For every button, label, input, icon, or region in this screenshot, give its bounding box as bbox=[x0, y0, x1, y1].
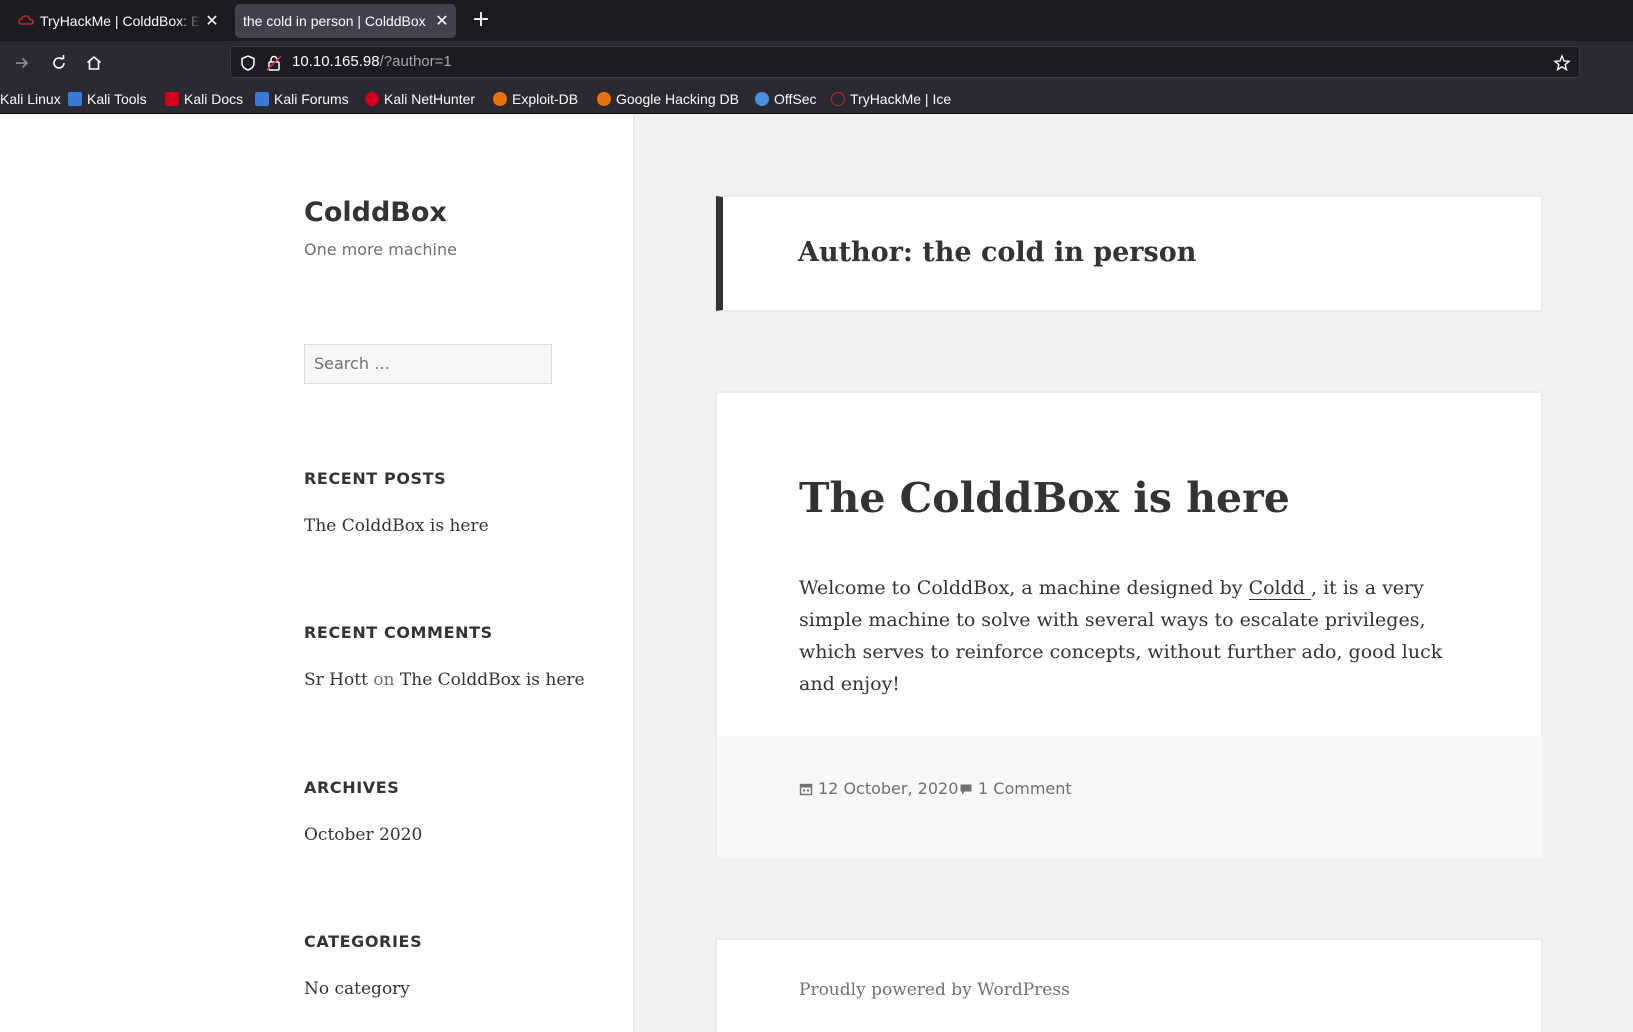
category-link[interactable]: No category bbox=[304, 979, 410, 999]
tracking-shield-icon[interactable] bbox=[239, 54, 257, 72]
categories-heading: CATEGORIES bbox=[304, 932, 423, 951]
google-hacking-db-icon bbox=[597, 92, 611, 106]
search-input[interactable]: Search … bbox=[304, 344, 552, 384]
comment-bubble-icon bbox=[960, 784, 972, 794]
exploit-db-icon bbox=[493, 92, 507, 106]
comment-author: Sr Hott bbox=[304, 670, 368, 690]
comment-post-link[interactable]: The ColddBox is here bbox=[400, 670, 585, 690]
url-host: 10.10.165.98 bbox=[292, 53, 380, 70]
bookmark-kali-docs[interactable]: Kali Docs bbox=[165, 89, 243, 109]
bookmark-exploit-db[interactable]: Exploit-DB bbox=[493, 89, 578, 109]
post-body: Welcome to ColddBox, a machine designed … bbox=[799, 577, 1443, 695]
home-icon[interactable] bbox=[81, 50, 107, 76]
bookmark-kali-tools[interactable]: Kali Tools bbox=[68, 89, 147, 109]
post-article: The ColddBox is here Welcome to ColddBox… bbox=[716, 392, 1543, 858]
bookmark-kali-nethunter[interactable]: Kali NetHunter bbox=[365, 89, 475, 109]
recent-comments-heading: RECENT COMMENTS bbox=[304, 623, 493, 642]
post-comments-link[interactable]: 1 Comment bbox=[959, 779, 1072, 798]
offsec-icon bbox=[755, 92, 769, 106]
tab-title: TryHackMe | ColddBox: Easy bbox=[40, 13, 202, 29]
tab-close-icon[interactable]: ✕ bbox=[432, 11, 452, 31]
browser-tab-bar: TryHackMe | ColddBox: Easy ✕ the cold in… bbox=[0, 0, 1633, 41]
tab-title: the cold in person | ColddBox bbox=[243, 13, 426, 29]
recent-posts-heading: RECENT POSTS bbox=[304, 469, 447, 488]
powered-by-link[interactable]: Proudly powered by WordPress bbox=[799, 980, 1070, 1000]
recent-post-link[interactable]: The ColddBox is here bbox=[304, 516, 489, 536]
calendar-icon bbox=[799, 783, 813, 795]
web-page: ColddBox One more machine Search … RECEN… bbox=[0, 115, 1633, 1032]
bookmark-offsec[interactable]: OffSec bbox=[755, 89, 817, 109]
kali-forums-icon bbox=[255, 92, 269, 106]
kali-tools-icon bbox=[68, 92, 82, 106]
reload-icon[interactable] bbox=[46, 50, 72, 76]
tab-close-icon[interactable]: ✕ bbox=[202, 11, 222, 31]
new-tab-plus-icon[interactable]: + bbox=[468, 8, 494, 34]
tab-colddbox-author[interactable]: the cold in person | ColddBox ✕ bbox=[235, 4, 456, 38]
bookmark-star-icon[interactable] bbox=[1553, 54, 1571, 72]
archives-heading: ARCHIVES bbox=[304, 778, 400, 797]
url-path: /?author=1 bbox=[379, 53, 452, 70]
archive-link[interactable]: October 2020 bbox=[304, 825, 422, 845]
bookmark-google-hacking-db[interactable]: Google Hacking DB bbox=[597, 89, 739, 109]
archive-title: Author: the cold in person bbox=[798, 237, 1197, 268]
recent-comment-item: Sr Hott on The ColddBox is here bbox=[304, 670, 585, 690]
tab-tryhackme[interactable]: TryHackMe | ColddBox: Easy ✕ bbox=[8, 4, 226, 38]
tryhackme-favicon-icon bbox=[18, 15, 34, 25]
kali-nethunter-icon bbox=[365, 92, 379, 106]
url-text[interactable]: 10.10.165.98/?author=1 bbox=[292, 53, 452, 70]
author-link[interactable]: Coldd bbox=[1248, 577, 1311, 600]
kali-docs-icon bbox=[165, 92, 179, 106]
tryhackme-icon bbox=[831, 92, 845, 106]
sidebar: ColddBox One more machine Search … RECEN… bbox=[0, 115, 634, 1032]
post-title[interactable]: The ColddBox is here bbox=[799, 474, 1290, 522]
bookmarks-toolbar: Kali Linux Kali Tools Kali Docs Kali For… bbox=[0, 84, 1633, 114]
post-date[interactable]: 12 October, 2020 bbox=[799, 779, 958, 798]
bookmark-kali-linux[interactable]: Kali Linux bbox=[0, 89, 61, 109]
comment-on-text: on bbox=[373, 670, 395, 690]
site-footer: Proudly powered by WordPress bbox=[716, 939, 1542, 1032]
site-description: One more machine bbox=[304, 240, 457, 259]
browser-toolbar: 10.10.165.98/?author=1 bbox=[0, 41, 1633, 84]
site-title[interactable]: ColddBox bbox=[304, 197, 447, 228]
bookmark-tryhackme-ice[interactable]: TryHackMe | Ice bbox=[831, 89, 951, 109]
insecure-lock-icon[interactable] bbox=[265, 54, 283, 72]
post-meta-footer: 12 October, 2020 1 Comment bbox=[717, 736, 1543, 858]
archive-header: Author: the cold in person bbox=[716, 196, 1542, 311]
main-content: Author: the cold in person The ColddBox … bbox=[634, 115, 1633, 1032]
forward-arrow-icon[interactable] bbox=[9, 50, 35, 76]
bookmark-kali-forums[interactable]: Kali Forums bbox=[255, 89, 349, 109]
address-bar[interactable]: 10.10.165.98/?author=1 bbox=[230, 46, 1580, 78]
